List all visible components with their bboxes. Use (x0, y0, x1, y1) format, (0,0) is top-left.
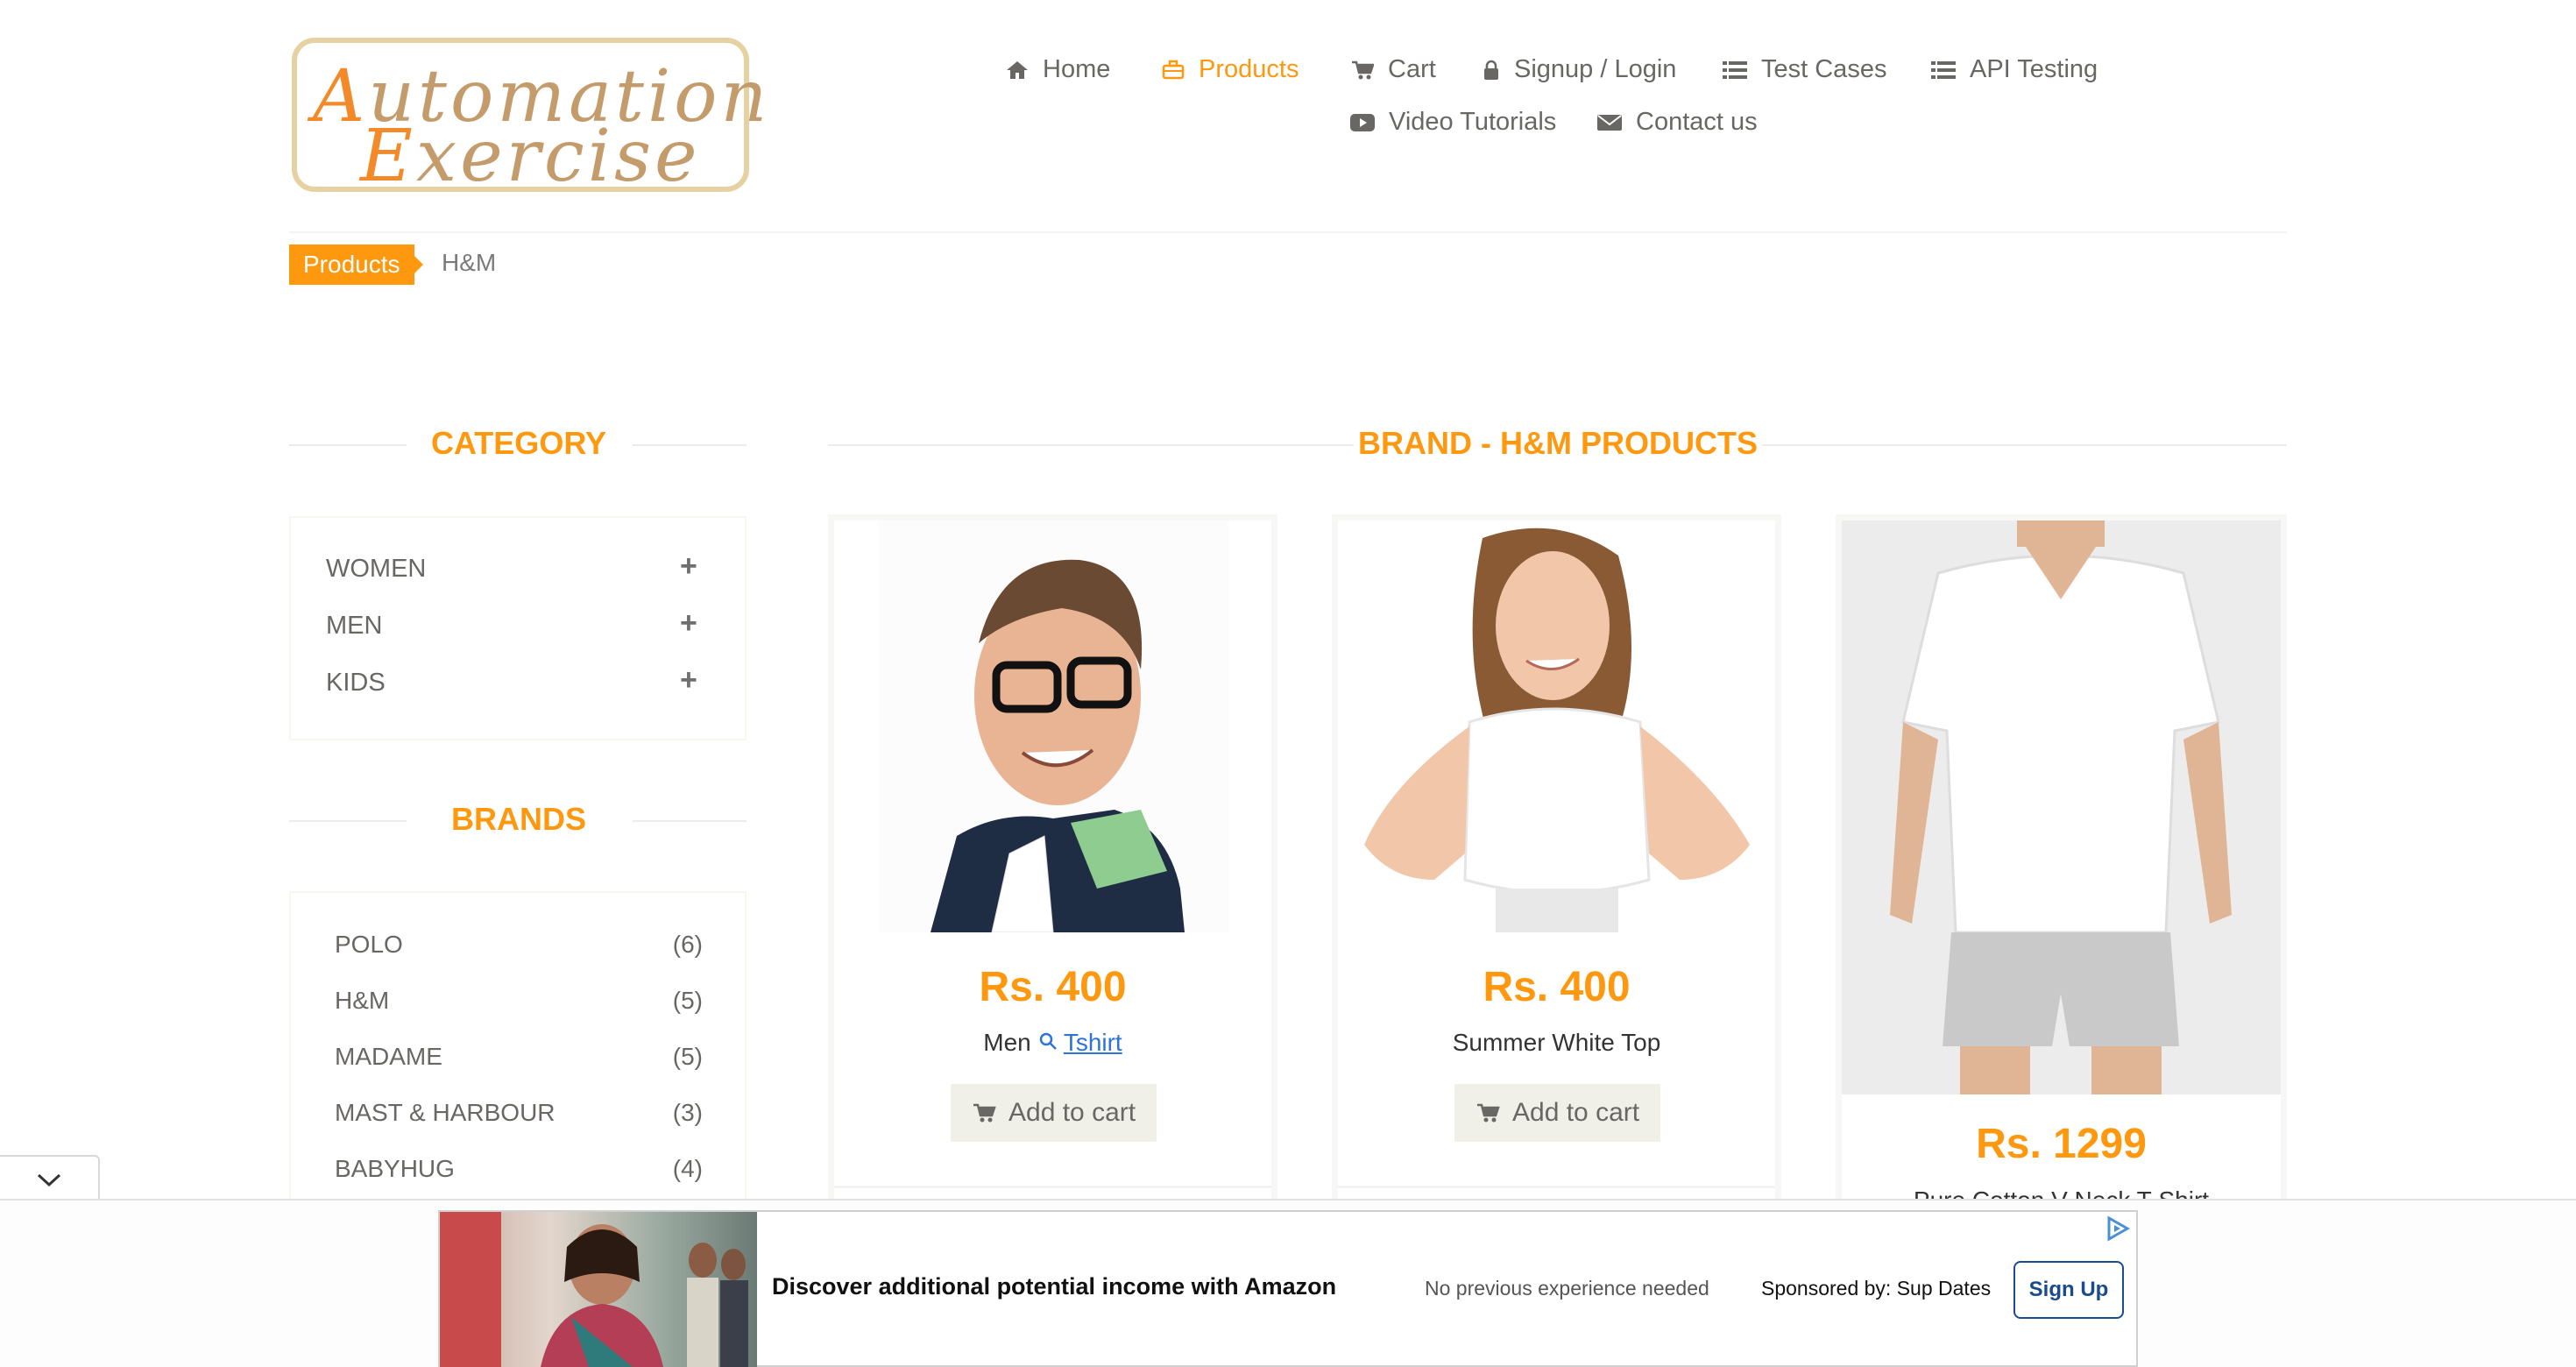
nav-api-testing[interactable]: API Testing (1931, 55, 2098, 84)
cart-icon (973, 1103, 996, 1123)
add-to-cart-label: Add to cart (1008, 1098, 1136, 1127)
nav-products-label: Products (1199, 55, 1299, 83)
brand-name: POLO (335, 931, 403, 958)
envelope-icon (1597, 114, 1622, 131)
product-name: Summer White Top (1452, 1029, 1661, 1056)
lock-icon (1484, 60, 1498, 80)
nav-video-tutorials-label: Video Tutorials (1389, 108, 1557, 136)
nav-home[interactable]: Home (1006, 55, 1110, 84)
brands-title-line-left (289, 820, 407, 822)
category-label: MEN (326, 612, 383, 640)
nav-contact-us-label: Contact us (1636, 108, 1758, 136)
brands-title: BRANDS (450, 801, 586, 837)
product-card: Rs. 1299 Pure Cotton V-Neck T-Shirt (1836, 514, 2287, 1207)
ad-title[interactable]: Discover additional potential income wit… (772, 1273, 1336, 1300)
nav-signup-login-label: Signup / Login (1514, 55, 1677, 83)
nav-home-label: Home (1043, 55, 1111, 83)
nav-video-tutorials[interactable]: Video Tutorials (1350, 108, 1556, 137)
search-icon (1039, 1032, 1057, 1050)
nav-api-testing-label: API Testing (1970, 55, 2098, 83)
category-panel: WOMEN + MEN + KIDS + (289, 516, 747, 740)
brand-name: MAST & HARBOUR (335, 1099, 556, 1126)
product-name-prefix: Men (983, 1029, 1031, 1056)
product-price: Rs. 400 (979, 964, 1127, 1010)
plus-icon[interactable]: + (680, 549, 697, 584)
products-section-title: BRAND - H&M PRODUCTS (1358, 425, 1758, 461)
main-title-line-left (828, 444, 1354, 446)
breadcrumb-products[interactable]: Products (289, 244, 422, 285)
brand-count: (5) (672, 1043, 703, 1070)
brand-count: (3) (672, 1099, 703, 1126)
product-name: Men Tshirt (834, 1029, 1271, 1057)
plus-icon[interactable]: + (680, 663, 697, 698)
briefcase-icon (1162, 60, 1185, 79)
add-to-cart-label: Add to cart (1512, 1098, 1640, 1127)
category-label: WOMEN (326, 555, 427, 583)
ad-subtitle: No previous experience needed (1425, 1277, 1709, 1300)
plus-icon[interactable]: + (680, 606, 697, 641)
add-to-cart-button[interactable]: Add to cart (1454, 1084, 1661, 1142)
list-icon (1723, 60, 1747, 79)
header-divider (289, 231, 2287, 233)
product-image (1338, 521, 1775, 932)
brand-count: (6) (672, 931, 703, 958)
cart-icon (1477, 1103, 1500, 1123)
nav-contact-us[interactable]: Contact us (1597, 108, 1758, 137)
card-divider (1338, 1186, 1775, 1188)
category-title: CATEGORY (430, 425, 606, 461)
category-label: KIDS (326, 669, 386, 697)
list-icon (1931, 60, 1956, 79)
nav-signup-login[interactable]: Signup / Login (1483, 55, 1676, 84)
ad-collapse-button[interactable] (0, 1155, 100, 1201)
main-title-line-right (1762, 444, 2287, 446)
brand-count: (4) (672, 1155, 703, 1182)
card-divider (834, 1186, 1271, 1188)
logo-line-2: Exercise (360, 115, 701, 198)
product-card: Rs. 400 Summer White Top Add to cart (1332, 514, 1781, 1207)
ad-signup-button[interactable]: Sign Up (2013, 1261, 2124, 1319)
nav-cart-label: Cart (1388, 55, 1436, 83)
product-price: Rs. 1299 (1976, 1121, 2147, 1167)
home-icon (1007, 60, 1028, 79)
site-logo[interactable]: Automation Exercise (292, 38, 767, 198)
product-price: Rs. 400 (1483, 964, 1631, 1010)
brands-panel: POLO (6) H&M (5) MADAME (5) MAST & HARBO… (289, 891, 747, 1207)
adchoices-icon[interactable] (2105, 1215, 2131, 1242)
add-to-cart-button[interactable]: Add to cart (951, 1084, 1157, 1142)
brands-title-line-right (633, 820, 747, 822)
nav-products[interactable]: Products (1162, 55, 1299, 84)
ad-sponsor: Sponsored by: Sup Dates (1761, 1277, 1992, 1300)
nav-cart[interactable]: Cart (1351, 55, 1436, 84)
brand-name: MADAME (335, 1043, 442, 1070)
ad-image[interactable] (440, 1212, 757, 1367)
nav-test-cases[interactable]: Test Cases (1723, 55, 1886, 84)
product-category-link[interactable]: Tshirt (1064, 1029, 1122, 1056)
ad-banner[interactable]: Discover additional potential income wit… (438, 1210, 2138, 1367)
product-image (878, 521, 1228, 933)
product-card: Rs. 400 Men Tshirt Add to cart (828, 514, 1277, 1207)
brand-name: BABYHUG (335, 1155, 455, 1182)
category-title-line-left (289, 444, 407, 446)
brand-count: (5) (672, 987, 703, 1014)
chevron-down-icon (37, 1173, 61, 1187)
play-icon (1350, 113, 1375, 131)
breadcrumb-current: H&M (442, 249, 497, 276)
brand-name: H&M (335, 987, 390, 1014)
category-title-line-right (633, 444, 747, 446)
nav-test-cases-label: Test Cases (1761, 55, 1887, 83)
cart-icon (1352, 60, 1374, 79)
product-image (1842, 521, 2281, 1094)
